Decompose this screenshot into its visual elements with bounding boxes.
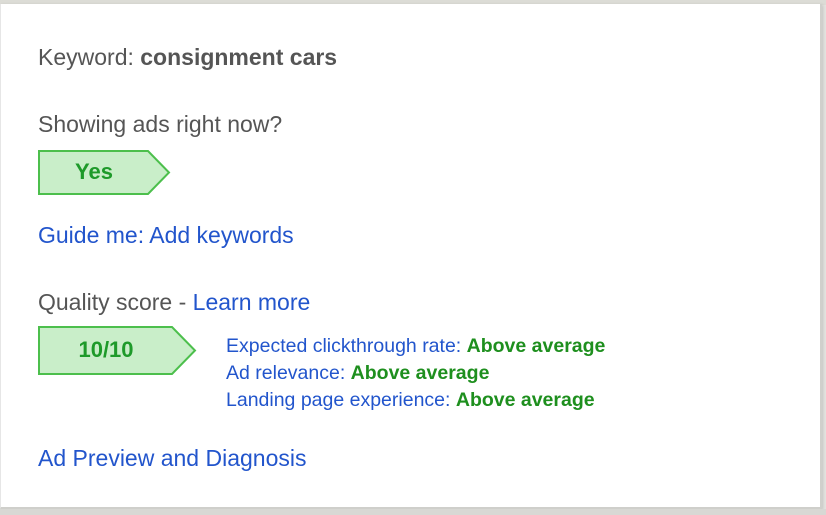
showing-ads-question: Showing ads right now? <box>38 111 283 137</box>
ad-preview-diagnosis-link[interactable]: Ad Preview and Diagnosis <box>38 445 306 472</box>
quality-score-details: Expected clickthrough rate: Above averag… <box>226 333 605 414</box>
keyword-line: Keyword: consignment cars <box>38 44 337 71</box>
detail-label[interactable]: Ad relevance: <box>226 362 345 384</box>
detail-row-landing-page: Landing page experience: Above average <box>226 387 605 414</box>
keyword-label: Keyword: <box>38 44 134 70</box>
guide-add-keywords-link[interactable]: Guide me: Add keywords <box>38 222 294 249</box>
showing-ads-status: Yes <box>75 159 113 184</box>
quality-score-line: Quality score - Learn more <box>38 289 310 316</box>
detail-value: Above average <box>350 362 490 384</box>
learn-more-link[interactable]: Learn more <box>193 289 311 315</box>
detail-value: Above average <box>455 389 595 411</box>
detail-row-ad-relevance: Ad relevance: Above average <box>226 360 605 387</box>
background-strip-bottom <box>0 509 826 515</box>
detail-value: Above average <box>466 335 606 357</box>
quality-score-value: 10/10 <box>78 337 134 362</box>
detail-row-ctr: Expected clickthrough rate: Above averag… <box>226 333 605 360</box>
quality-score-label: Quality score - <box>38 289 187 315</box>
keyword-status-popup: Keyword: consignment cars Showing ads ri… <box>0 4 822 509</box>
showing-ads-status-badge: Yes <box>38 150 171 195</box>
detail-label[interactable]: Landing page experience: <box>226 389 450 411</box>
detail-label[interactable]: Expected clickthrough rate: <box>226 335 461 357</box>
quality-score-badge: 10/10 <box>38 326 197 375</box>
keyword-value: consignment cars <box>140 44 338 70</box>
